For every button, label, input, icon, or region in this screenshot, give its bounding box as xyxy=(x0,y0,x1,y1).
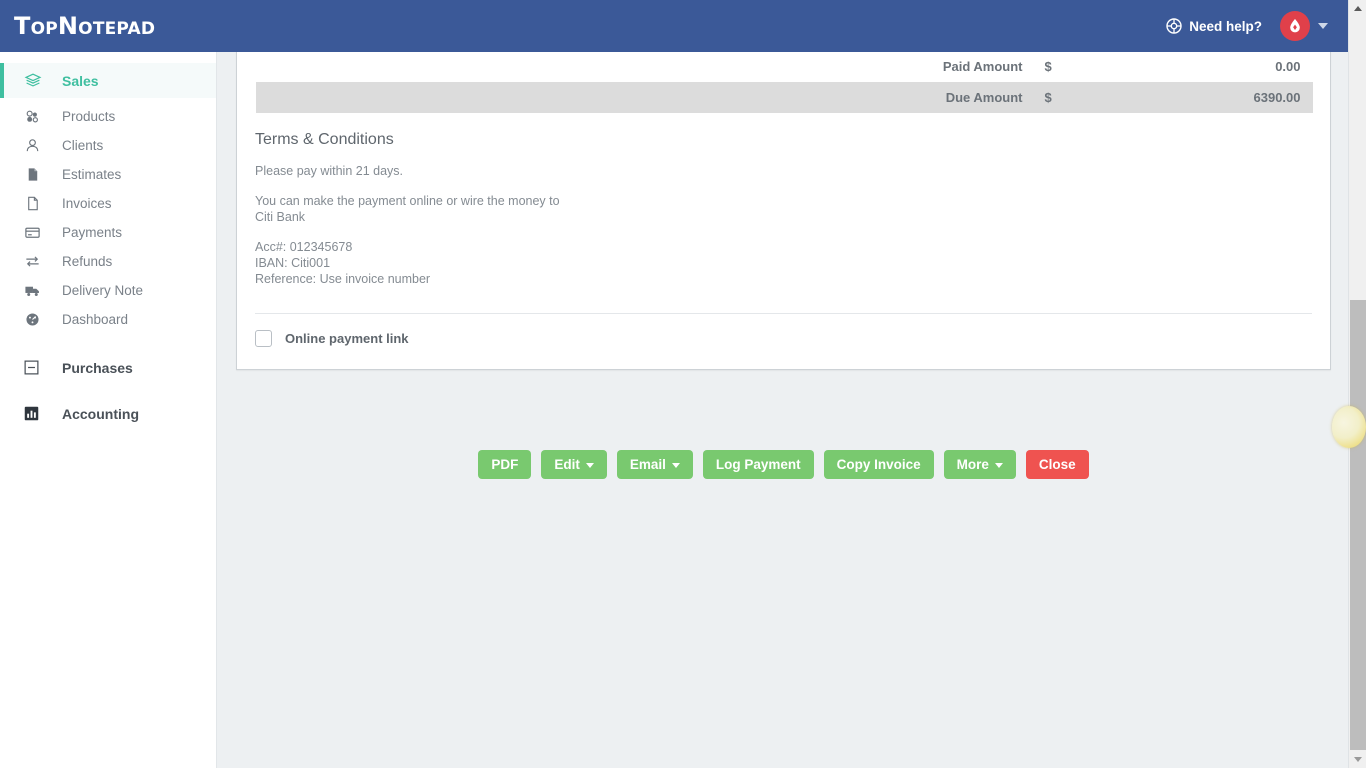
due-amount-currency: $ xyxy=(1034,81,1147,113)
online-payment-row: Online payment link xyxy=(237,314,1330,369)
pdf-button-label: PDF xyxy=(491,457,519,472)
paid-amount-currency: $ xyxy=(1034,52,1147,82)
sidebar-item-clients[interactable]: Clients xyxy=(0,131,216,160)
terms-line-5: IBAN: Citi001 xyxy=(255,255,331,270)
sidebar-group-label: Sales xyxy=(62,72,99,89)
document-outline-icon xyxy=(24,195,50,212)
bar-chart-icon xyxy=(24,406,50,421)
sidebar-item-payments[interactable]: Payments xyxy=(0,218,216,247)
lifebuoy-icon xyxy=(1166,18,1182,34)
credit-card-icon xyxy=(24,224,50,241)
invoice-items-table: 1 Dry wall repair 4 40 160.00 2 Repair c… xyxy=(255,52,1313,113)
sidebar-item-label: Payments xyxy=(62,225,123,240)
close-button[interactable]: Close xyxy=(1025,450,1089,479)
sidebar-sales-sublist: Products Clients Estimates Invoices Paym… xyxy=(0,98,216,334)
user-menu[interactable] xyxy=(1280,11,1328,41)
sidebar-group-accounting[interactable]: Accounting xyxy=(0,396,216,431)
sidebar-item-label: Products xyxy=(62,109,116,124)
more-button-label: More xyxy=(956,457,989,472)
layers-icon xyxy=(24,72,50,90)
main-content-scroll-area: 1 Dry wall repair 4 40 160.00 2 Repair c… xyxy=(217,52,1348,768)
topbar-right-group: Need help? xyxy=(1166,11,1348,41)
sidebar-item-label: Clients xyxy=(62,138,104,153)
paid-amount-label: Paid Amount xyxy=(255,52,1035,82)
action-button-bar: PDF Edit Email Log Payment Copy Invoice … xyxy=(236,450,1331,479)
terms-title: Terms & Conditions xyxy=(255,130,394,148)
due-amount-value: 6390.00 xyxy=(1146,81,1313,113)
pdf-button[interactable]: PDF xyxy=(478,450,532,479)
window-vertical-scrollbar[interactable] xyxy=(1348,0,1366,768)
email-button-label: Email xyxy=(629,457,666,472)
sidebar-item-estimates[interactable]: Estimates xyxy=(0,160,216,189)
online-payment-label: Online payment link xyxy=(285,330,409,346)
top-navbar: TopNotepad Need help? xyxy=(0,0,1348,52)
sidebar-item-label: Refunds xyxy=(62,254,113,269)
terms-and-conditions-section: Terms & Conditions Please pay within 21 … xyxy=(237,113,1330,287)
edit-button-label: Edit xyxy=(554,457,580,472)
sidebar-group-purchases[interactable]: Purchases xyxy=(0,350,216,385)
summary-row-paid-amount: Paid Amount $ 0.00 xyxy=(255,52,1313,82)
sidebar-item-label: Dashboard xyxy=(62,312,129,327)
app-root: TopNotepad Need help? Sales Products Cli… xyxy=(0,0,1366,768)
terms-line-1: Please pay within 21 days. xyxy=(255,163,404,178)
minus-square-icon xyxy=(24,360,50,375)
sidebar-item-label: Estimates xyxy=(62,167,122,182)
email-button[interactable]: Email xyxy=(616,450,693,479)
scrollbar-thumb[interactable] xyxy=(1350,300,1366,750)
brand-logo[interactable]: TopNotepad xyxy=(0,12,155,40)
sidebar-item-dashboard[interactable]: Dashboard xyxy=(0,305,216,334)
chevron-down-icon xyxy=(585,463,594,468)
summary-row-due-amount: Due Amount $ 6390.00 xyxy=(255,81,1313,113)
sidebar: Sales Products Clients Estimates Invoice… xyxy=(0,52,217,768)
paid-amount-value: 0.00 xyxy=(1146,52,1313,82)
feedback-bubble-icon[interactable] xyxy=(1332,406,1366,448)
invoice-preview-card: 1 Dry wall repair 4 40 160.00 2 Repair c… xyxy=(236,52,1331,370)
copy-invoice-button-label: Copy Invoice xyxy=(836,457,921,472)
speedometer-icon xyxy=(24,311,50,328)
user-avatar-droplet-icon xyxy=(1280,11,1310,41)
sidebar-item-invoices[interactable]: Invoices xyxy=(0,189,216,218)
copy-invoice-button[interactable]: Copy Invoice xyxy=(823,450,934,479)
truck-icon xyxy=(24,282,50,299)
terms-line-6: Reference: Use invoice number xyxy=(255,271,431,286)
terms-line-3: Citi Bank xyxy=(255,209,306,224)
sidebar-group-label: Purchases xyxy=(62,359,133,376)
sidebar-item-products[interactable]: Products xyxy=(0,102,216,131)
sidebar-item-label: Delivery Note xyxy=(62,283,144,298)
scroll-down-arrow-icon[interactable] xyxy=(1349,751,1366,768)
scroll-up-arrow-icon[interactable] xyxy=(1349,0,1366,17)
invoice-items-body: 1 Dry wall repair 4 40 160.00 2 Repair c… xyxy=(255,52,1313,113)
sidebar-item-label: Invoices xyxy=(62,196,112,211)
need-help-label: Need help? xyxy=(1189,18,1262,34)
terms-line-2: You can make the payment online or wire … xyxy=(255,193,560,208)
sidebar-item-refunds[interactable]: Refunds xyxy=(0,247,216,276)
online-payment-checkbox[interactable] xyxy=(255,329,272,347)
chevron-down-icon xyxy=(994,463,1003,468)
chevron-down-icon xyxy=(671,463,680,468)
sidebar-item-delivery-note[interactable]: Delivery Note xyxy=(0,276,216,305)
terms-line-4: Acc#: 012345678 xyxy=(255,239,353,254)
close-button-label: Close xyxy=(1038,457,1076,472)
sidebar-group-label: Accounting xyxy=(62,405,139,422)
log-payment-button-label: Log Payment xyxy=(715,457,801,472)
user-outline-icon xyxy=(24,137,50,154)
due-amount-label: Due Amount xyxy=(255,81,1035,113)
edit-button[interactable]: Edit xyxy=(541,450,607,479)
boxes-icon xyxy=(24,108,50,125)
exchange-arrows-icon xyxy=(24,253,50,270)
need-help-button[interactable]: Need help? xyxy=(1166,18,1262,34)
log-payment-button[interactable]: Log Payment xyxy=(702,450,814,479)
document-filled-icon xyxy=(24,166,50,183)
chevron-down-icon xyxy=(1318,23,1328,29)
more-button[interactable]: More xyxy=(943,450,1016,479)
sidebar-group-sales[interactable]: Sales xyxy=(0,63,216,98)
